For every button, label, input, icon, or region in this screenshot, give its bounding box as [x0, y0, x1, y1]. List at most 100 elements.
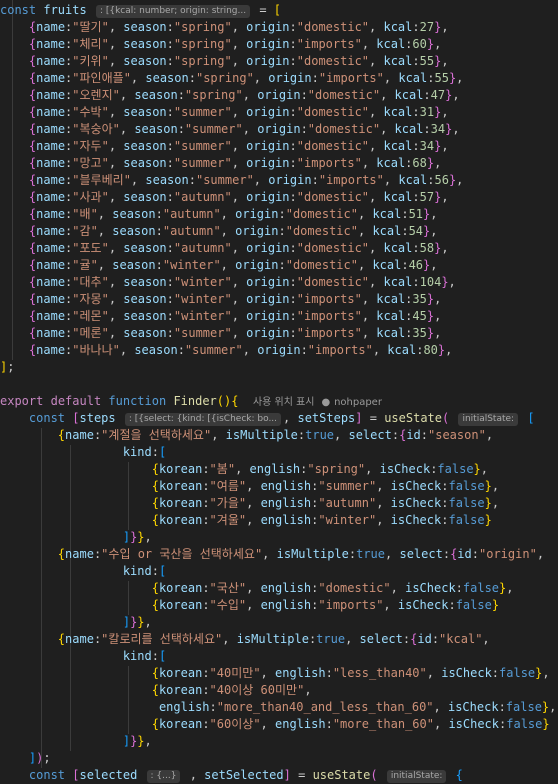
code-line[interactable]: {korean:"겨울", english:"winter", isCheck:… [0, 512, 492, 529]
code-token: " [90, 258, 98, 272]
code-line[interactable]: {name:"포도", season:"autumn", origin:"dom… [0, 240, 449, 257]
code-line[interactable]: {korean:"40이상 60미만", [0, 682, 312, 699]
code-line[interactable]: {name:"복숭아", season:"summer", origin:"do… [0, 121, 460, 138]
code-token: more_than_60 [340, 717, 427, 731]
code-token: origin [257, 88, 301, 102]
inlay-type-hint[interactable]: initialState: [386, 770, 447, 783]
code-token: " [162, 207, 171, 221]
code-line[interactable]: ]); [0, 750, 51, 767]
code-token: , [231, 241, 247, 255]
code-token: name [65, 632, 94, 646]
code-token: " [209, 683, 217, 697]
code-line[interactable]: const fruits : [{kcal: number; origin: s… [0, 2, 281, 19]
code-token: } [473, 462, 481, 476]
code-token: } [137, 530, 145, 544]
code-line[interactable]: {korean:"40미만", english:"less_than40", i… [0, 665, 550, 682]
code-token: , [357, 258, 373, 272]
code-token: " [72, 258, 80, 272]
code-line[interactable]: {name:"칼로리를 선택하세요", isMultiple:true, sel… [0, 631, 490, 648]
code-line[interactable]: {name:"자두", season:"summer", origin:"dom… [0, 138, 449, 155]
code-line[interactable]: {korean:"가을", english:"autumn", isCheck:… [0, 495, 499, 512]
code-line[interactable]: ]}}, [0, 733, 152, 750]
code-token: season [123, 156, 167, 170]
code-token: select [348, 428, 392, 442]
code-token: , [506, 581, 514, 595]
code-token: , [108, 105, 124, 119]
inlay-type-hint[interactable]: initialState: [458, 413, 519, 426]
code-token: winter [181, 292, 225, 306]
code-line[interactable]: const [steps : [{select: {kind: [{isChec… [0, 410, 535, 427]
code-line[interactable]: ]}}, [0, 529, 152, 546]
code-line[interactable]: ]}}, [0, 614, 152, 631]
code-token: " [224, 156, 232, 170]
codelens-author[interactable]: nohpaper [334, 397, 382, 408]
code-token: = [252, 3, 274, 17]
code-token: , [119, 343, 135, 357]
code-line[interactable]: {korean:"봄", english:"spring", isCheck:f… [0, 461, 488, 478]
code-line[interactable]: {name:"파인애플", season:"spring", origin:"i… [0, 70, 464, 87]
code-token: " [318, 173, 327, 187]
code-token: imports [304, 292, 355, 306]
code-line[interactable]: {name:"레몬", season:"winter", origin:"imp… [0, 308, 441, 325]
code-token: korean [158, 683, 203, 697]
code-line[interactable]: {korean:"수입", english:"imports", isCheck… [0, 597, 499, 614]
code-line[interactable]: {korean:"60이상", english:"more_than_60", … [0, 716, 550, 733]
code-editor[interactable]: const fruits : [{kcal: number; origin: s… [0, 0, 558, 784]
code-line[interactable]: {name:"체리", season:"spring", origin:"imp… [0, 36, 441, 53]
code-line[interactable]: const [selected : {...} , setSelected] =… [0, 767, 463, 784]
code-line[interactable]: {name:"오렌지", season:"spring", origin:"do… [0, 87, 460, 104]
code-line[interactable]: kind:[ [0, 444, 166, 461]
code-line[interactable]: {name:"계절을 선택하세요", isMultiple:true, sele… [0, 427, 493, 444]
code-line[interactable]: {name:"바나나", season:"summer", origin:"im… [0, 342, 452, 359]
code-line[interactable]: {name:"수입 or 국산을 선택하세요", isMultiple:true… [0, 546, 544, 563]
codelens-usages-link[interactable]: 사용 위치 표시 [253, 397, 315, 408]
code-token: : [391, 428, 400, 442]
code-line[interactable]: {name:"귤", season:"winter", origin:"dome… [0, 257, 438, 274]
code-line[interactable]: {korean:"여름", english:"summer", isCheck:… [0, 478, 499, 495]
code-line[interactable]: {name:"자몽", season:"winter", origin:"imp… [0, 291, 441, 308]
code-line[interactable]: ]; [0, 359, 14, 376]
code-token: , [231, 37, 247, 51]
code-line[interactable]: english:"more_than40_and_less_than_60", … [0, 699, 556, 716]
code-line[interactable]: {name:"딸기", season:"spring", origin:"dom… [0, 19, 449, 36]
code-token: " [350, 224, 358, 238]
code-line[interactable]: {name:"블루베리", season:"summer", origin:"i… [0, 172, 464, 189]
code-token: , [385, 547, 400, 561]
code-line[interactable]: {name:"수박", season:"summer", origin:"dom… [0, 104, 449, 121]
code-token: " [72, 122, 80, 136]
code-line[interactable]: {name:"배", season:"autumn", origin:"dome… [0, 206, 438, 223]
code-token: } [484, 496, 492, 510]
code-token: 45 [412, 309, 427, 323]
code-token: " [72, 207, 80, 221]
code-line[interactable]: kind:[ [0, 648, 166, 665]
code-line[interactable]: kind:[ [0, 563, 166, 580]
code-token: , [283, 411, 298, 425]
inlay-type-hint[interactable]: : [{select: {kind: [{isCheck: bo... [124, 413, 282, 426]
code-token: 배 [79, 207, 91, 221]
code-token: 104 [419, 275, 442, 289]
code-token: { [151, 513, 159, 527]
code-token: : [166, 54, 174, 68]
code-line[interactable]: {korean:"국산", english:"domestic", isChec… [0, 580, 514, 597]
code-token: 수입 [216, 598, 239, 612]
code-line[interactable]: {name:"망고", season:"summer", origin:"imp… [0, 155, 441, 172]
code-line[interactable]: {name:"대추", season:"winter", origin:"dom… [0, 274, 456, 291]
code-token: 56 [434, 173, 449, 187]
code-token: , [452, 122, 460, 136]
inlay-type-hint[interactable]: : {...} [146, 770, 181, 783]
code-token: " [296, 309, 304, 323]
code-token: , [108, 241, 124, 255]
code-line[interactable]: {name:"감", season:"autumn", origin:"dome… [0, 223, 438, 240]
code-token: origin [246, 54, 290, 68]
inlay-type-hint[interactable]: : [{kcal: number; origin: string... [95, 5, 251, 18]
code-line[interactable]: export default function Finder(){ 사용 위치 … [0, 393, 382, 410]
code-line[interactable]: {name:"메론", season:"summer", origin:"imp… [0, 325, 441, 342]
code-line[interactable]: {name:"키위", season:"spring", origin:"dom… [0, 53, 449, 70]
code-token: " [209, 513, 217, 527]
code-token: english [249, 462, 301, 476]
code-token: , [491, 479, 500, 493]
code-token: , [361, 37, 377, 51]
code-line[interactable]: {name:"사과", season:"autumn", origin:"dom… [0, 189, 449, 206]
